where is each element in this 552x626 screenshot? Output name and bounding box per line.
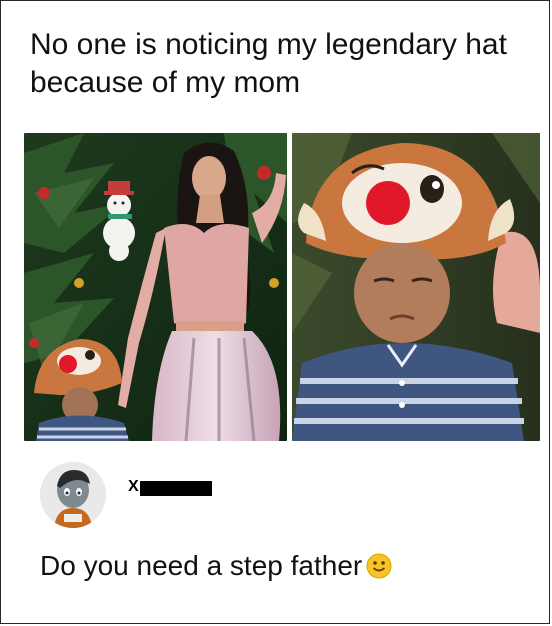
photo-left	[24, 133, 287, 441]
cartoon-avatar-icon	[40, 462, 106, 528]
comment-body: Do you need a step father	[40, 550, 363, 581]
username-redaction-bar	[128, 481, 212, 496]
comment-text: Do you need a step father	[40, 548, 392, 588]
smiley-face-icon	[366, 552, 392, 588]
photo-boy-closeup-with-chipmunk-hat-icon	[292, 133, 540, 441]
photo-right	[292, 133, 540, 441]
meme-caption: No one is noticing my legendary hat beca…	[30, 28, 507, 99]
photo-woman-and-boy-with-chipmunk-hat-icon	[24, 133, 287, 441]
commenter-avatar[interactable]	[40, 462, 106, 528]
commenter-username[interactable]: X	[128, 478, 140, 496]
